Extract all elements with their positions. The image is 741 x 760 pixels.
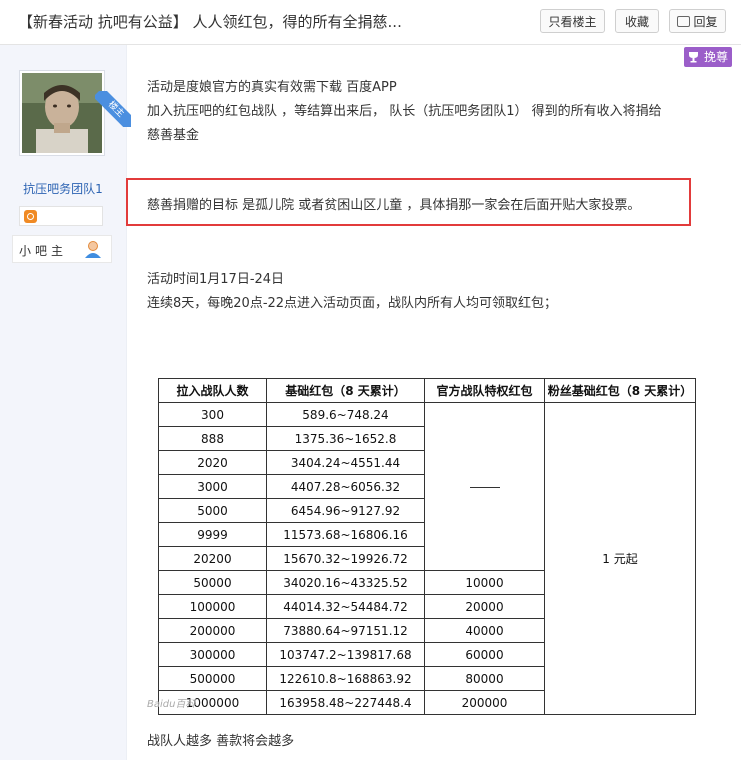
cell-official-packet: 10000 (424, 570, 545, 595)
cell-fan-packet: 1 元起 (544, 402, 696, 715)
level-icon (24, 210, 37, 223)
cell-team-size: 3000 (158, 474, 267, 499)
level-badge (19, 206, 103, 226)
header-official-packet: 官方战队特权红包 (424, 378, 545, 403)
cell-official-packet: 60000 (424, 642, 545, 667)
post-footer-text: 战队人越多 善款将会越多 (147, 734, 295, 749)
cell-official-packet: 40000 (424, 618, 545, 643)
reply-label: 回复 (693, 15, 718, 29)
cell-team-size: 300 (158, 402, 267, 427)
reply-button[interactable]: 回复 (669, 9, 726, 33)
cell-team-size: 100000 (158, 594, 267, 619)
role-badge: 小吧主 (12, 235, 112, 263)
author-sidebar: 楼主 抗压吧务团队1 小吧主 (0, 45, 131, 760)
floor-badge: 楼主 (95, 91, 131, 127)
watermark: Baidu百科 (147, 699, 196, 710)
cell-base-packet: 103747.2~139817.68 (266, 642, 425, 667)
cell-base-packet: 44014.32~54484.72 (266, 594, 425, 619)
cell-base-packet: 73880.64~97151.12 (266, 618, 425, 643)
activity-rule: 连续8天，每晚20点-22点进入活动页面，战队内所有人均可领取红包； (147, 296, 558, 311)
highlight-box: 慈善捐赠的目标 是孤儿院 或者贫困山区儿童 ，具体捐那一家会在后面开贴大家投票。 (126, 178, 691, 226)
cell-team-size: 2020 (158, 450, 267, 475)
user-icon (85, 241, 101, 258)
header-team-size: 拉入战队人数 (158, 378, 267, 403)
post-badge[interactable]: 挽尊 (684, 47, 732, 67)
table-header-row: 拉入战队人数 基础红包（8 天累计） 官方战队特权红包 粉丝基础红包（8 天累计… (158, 378, 696, 403)
header-fan-packet: 粉丝基础红包（8 天累计） (544, 378, 696, 403)
header-base-packet: 基础红包（8 天累计） (266, 378, 425, 403)
cell-official-packet-empty (424, 402, 545, 571)
cell-team-size: 888 (158, 426, 267, 451)
table-row: 300 589.6~748.24 1 元起 (158, 402, 696, 715)
cell-base-packet: 163958.48~227448.4 (266, 690, 425, 715)
author-username[interactable]: 抗压吧务团队1 (0, 180, 126, 197)
only-op-button[interactable]: 只看楼主 (540, 9, 605, 33)
cell-team-size: 50000 (158, 570, 267, 595)
dash-mark (469, 486, 500, 488)
cell-base-packet: 6454.96~9127.92 (266, 498, 425, 523)
cell-official-packet: 80000 (424, 666, 545, 691)
cell-team-size: 20200 (158, 546, 267, 571)
cell-base-packet: 34020.16~43325.52 (266, 570, 425, 595)
cell-base-packet: 11573.68~16806.16 (266, 522, 425, 547)
avatar-image (22, 73, 102, 153)
trophy-icon (689, 52, 698, 63)
cell-team-size: 200000 (158, 618, 267, 643)
thread-title: 【新春活动 抗吧有公益】 人人领红包，得的所有全捐慈... (18, 13, 402, 31)
post-badge-label: 挽尊 (703, 50, 728, 64)
activity-time: 活动时间1月17日-24日 (147, 272, 285, 287)
avatar[interactable] (19, 70, 105, 156)
cell-team-size: 5000 (158, 498, 267, 523)
cell-base-packet: 3404.24~4551.44 (266, 450, 425, 475)
reply-icon (677, 16, 691, 27)
cell-base-packet: 589.6~748.24 (266, 402, 425, 427)
post-header: 【新春活动 抗吧有公益】 人人领红包，得的所有全捐慈... 只看楼主 收藏 回复 (0, 0, 741, 45)
role-label: 小吧主 (19, 244, 68, 258)
cell-official-packet: 200000 (424, 690, 545, 715)
cell-base-packet: 1375.36~1652.8 (266, 426, 425, 451)
cell-team-size: 500000 (158, 666, 267, 691)
favorite-button[interactable]: 收藏 (615, 9, 659, 33)
reward-table: 拉入战队人数 基础红包（8 天累计） 官方战队特权红包 粉丝基础红包（8 天累计… (158, 378, 696, 715)
floor-badge-label: 楼主 (95, 91, 131, 127)
reward-table-image: 拉入战队人数 基础红包（8 天累计） 官方战队特权红包 粉丝基础红包（8 天累计… (158, 378, 696, 715)
post-line-2: 加入抗压吧的红包战队 ，等结算出来后， 队长（抗压吧务团队1） 得到的所有收入将… (147, 104, 662, 119)
post-line-1: 活动是度娘官方的真实有效需下载 百度APP (147, 80, 397, 95)
cell-base-packet: 15670.32~19926.72 (266, 546, 425, 571)
highlight-text: 慈善捐赠的目标 是孤儿院 或者贫困山区儿童 ，具体捐那一家会在后面开贴大家投票。 (147, 198, 641, 213)
cell-base-packet: 122610.8~168863.92 (266, 666, 425, 691)
cell-official-packet: 20000 (424, 594, 545, 619)
cell-base-packet: 4407.28~6056.32 (266, 474, 425, 499)
cell-team-size: 9999 (158, 522, 267, 547)
post-line-3: 慈善基金 (147, 128, 200, 143)
cell-team-size: 300000 (158, 642, 267, 667)
